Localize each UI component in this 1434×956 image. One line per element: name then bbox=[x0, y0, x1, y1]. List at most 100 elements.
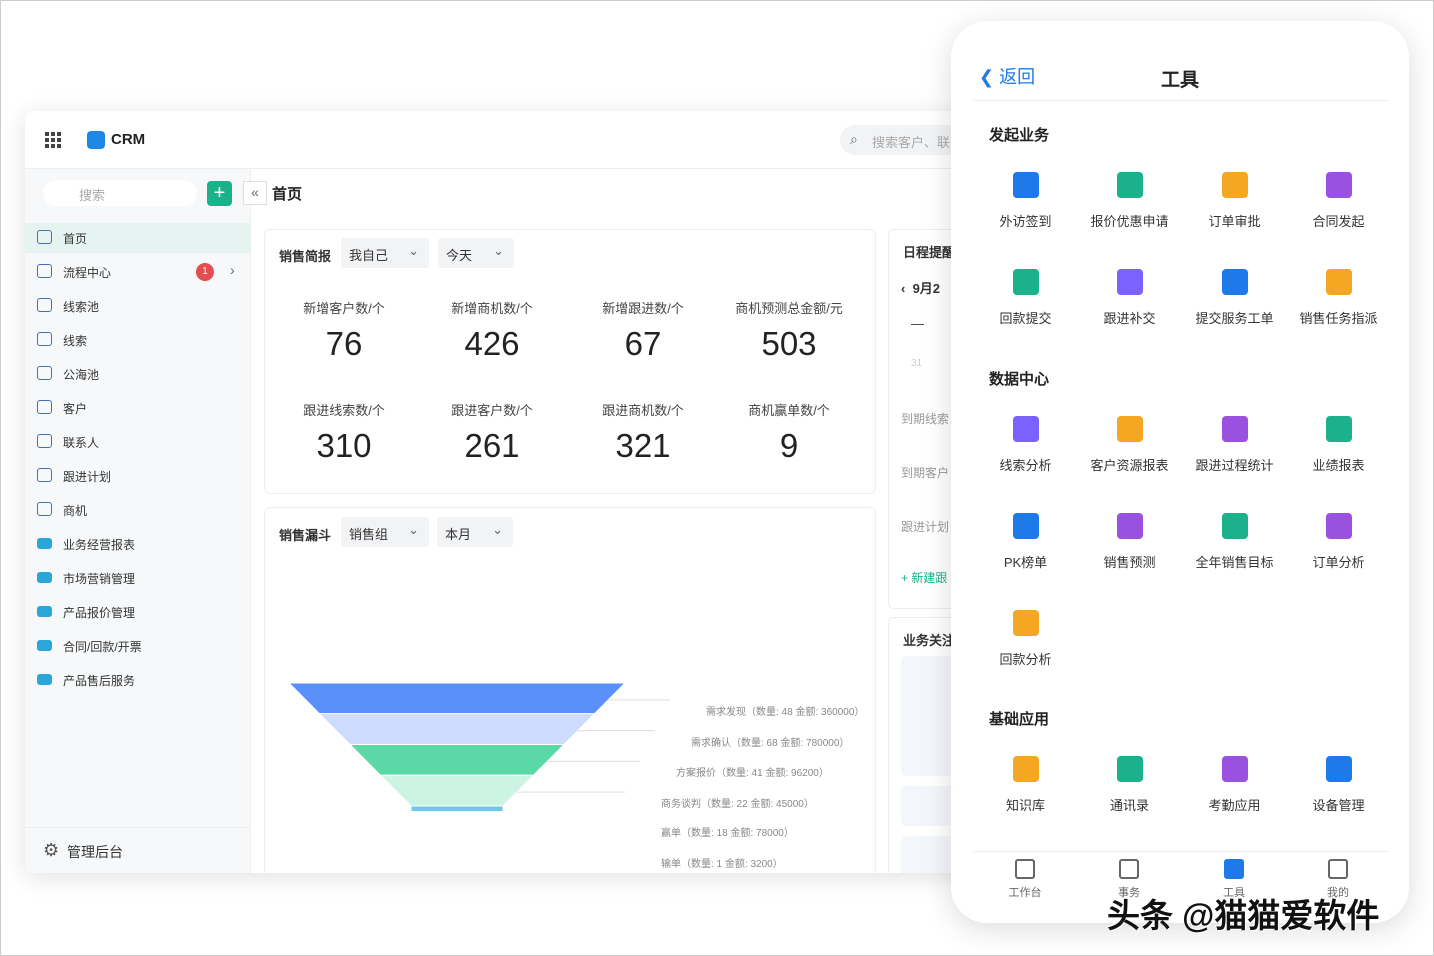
sidebar-item[interactable]: 商机 bbox=[25, 495, 251, 525]
tool-icon bbox=[1222, 756, 1248, 782]
tool-item[interactable]: 报价优惠申请 bbox=[1077, 172, 1182, 230]
funnel-label: 需求发现（数量: 48 金额: 360000） bbox=[706, 703, 864, 718]
stat-tile[interactable]: 跟进商机数/个321 bbox=[568, 400, 718, 465]
tool-label: 合同发起 bbox=[1286, 211, 1391, 230]
period-select[interactable]: 今天⌄ bbox=[438, 238, 514, 268]
tool-item[interactable]: 提交服务工单 bbox=[1182, 269, 1287, 327]
tool-item[interactable]: 回款分析 bbox=[973, 610, 1078, 668]
date-nav[interactable]: ‹ 9月2 bbox=[901, 278, 940, 297]
stat-label: 跟进客户数/个 bbox=[417, 400, 567, 419]
menu-icon bbox=[37, 230, 52, 244]
tool-icon bbox=[1013, 172, 1039, 198]
tool-label: 知识库 bbox=[973, 795, 1078, 814]
tool-icon bbox=[1117, 416, 1143, 442]
tool-item[interactable]: 全年销售目标 bbox=[1182, 513, 1287, 571]
folder-icon bbox=[37, 572, 52, 583]
sidebar-item[interactable]: 业务经营报表 bbox=[25, 529, 251, 559]
nav-icon bbox=[1119, 859, 1139, 879]
sidebar-item[interactable]: 产品售后服务 bbox=[25, 665, 251, 695]
tool-item[interactable]: 客户资源报表 bbox=[1077, 416, 1182, 474]
tool-label: 跟进补交 bbox=[1077, 308, 1182, 327]
folder-icon bbox=[37, 606, 52, 617]
tool-item[interactable]: 知识库 bbox=[973, 756, 1078, 814]
tool-icon bbox=[1117, 513, 1143, 539]
mobile-tools-panel: ❮ 返回 工具 发起业务外访签到报价优惠申请订单审批合同发起回款提交跟进补交提交… bbox=[951, 21, 1409, 923]
tool-item[interactable]: 设备管理 bbox=[1286, 756, 1391, 814]
stat-tile[interactable]: 跟进线索数/个310 bbox=[269, 400, 419, 465]
owner-select[interactable]: 我自己⌄ bbox=[341, 238, 429, 268]
tool-item[interactable]: PK榜单 bbox=[973, 513, 1078, 571]
tool-item[interactable]: 销售任务指派 bbox=[1286, 269, 1391, 327]
sidebar-item[interactable]: 产品报价管理 bbox=[25, 597, 251, 627]
sidebar-item[interactable]: 流程中心1› bbox=[25, 257, 251, 287]
section-title: 基础应用 bbox=[989, 708, 1049, 729]
tool-item[interactable]: 业绩报表 bbox=[1286, 416, 1391, 474]
folder-icon bbox=[37, 674, 52, 685]
tool-item[interactable]: 回款提交 bbox=[973, 269, 1078, 327]
collapse-sidebar-button[interactable]: « bbox=[243, 181, 267, 205]
tool-item[interactable]: 线索分析 bbox=[973, 416, 1078, 474]
sidebar-item[interactable]: 客户 bbox=[25, 393, 251, 423]
tool-icon bbox=[1326, 172, 1352, 198]
stat-tile[interactable]: 新增跟进数/个67 bbox=[568, 298, 718, 363]
stat-tile[interactable]: 跟进客户数/个261 bbox=[417, 400, 567, 465]
sidebar-item[interactable]: 联系人 bbox=[25, 427, 251, 457]
card-title: 日程提醒 bbox=[903, 242, 955, 261]
funnel-stage-4[interactable] bbox=[411, 806, 503, 811]
page-title: 首页 bbox=[272, 183, 302, 204]
due-customers[interactable]: 到期客户 bbox=[901, 464, 949, 481]
tool-item[interactable]: 订单分析 bbox=[1286, 513, 1391, 571]
tool-label: 回款提交 bbox=[973, 308, 1078, 327]
new-followup-button[interactable]: + 新建跟 bbox=[901, 569, 947, 586]
tool-label: 回款分析 bbox=[973, 649, 1078, 668]
tool-label: 业绩报表 bbox=[1286, 455, 1391, 474]
tool-icon bbox=[1117, 756, 1143, 782]
sidebar-item[interactable]: 合同/回款/开票 bbox=[25, 631, 251, 661]
funnel-stage-2[interactable] bbox=[350, 745, 564, 776]
panel-title: 工具 bbox=[951, 65, 1409, 92]
calendar-day[interactable]: 31 bbox=[911, 358, 922, 369]
sidebar-item[interactable]: 跟进计划 bbox=[25, 461, 251, 491]
tool-item[interactable]: 外访签到 bbox=[973, 172, 1078, 230]
sidebar-search-input[interactable]: 搜索 bbox=[43, 180, 197, 206]
sidebar-item-label: 联系人 bbox=[63, 436, 99, 450]
tool-item[interactable]: 跟进补交 bbox=[1077, 269, 1182, 327]
funnel-stage-3[interactable] bbox=[381, 775, 534, 806]
sidebar-item[interactable]: 市场营销管理 bbox=[25, 563, 251, 593]
nav-icon bbox=[1224, 859, 1244, 879]
add-button[interactable]: + bbox=[207, 181, 232, 206]
notification-badge: 1 bbox=[196, 263, 214, 281]
tool-item[interactable]: 销售预测 bbox=[1077, 513, 1182, 571]
follow-plan[interactable]: 跟进计划 bbox=[901, 518, 949, 535]
tool-label: 订单审批 bbox=[1182, 211, 1287, 230]
tool-item[interactable]: 订单审批 bbox=[1182, 172, 1287, 230]
nav-label: 工作台 bbox=[970, 884, 1080, 900]
sidebar-item-label: 业务经营报表 bbox=[63, 538, 135, 552]
stat-tile[interactable]: 新增商机数/个426 bbox=[417, 298, 567, 363]
stat-label: 商机赢单数/个 bbox=[714, 400, 864, 419]
admin-console-link[interactable]: ⚙管理后台 bbox=[25, 827, 251, 873]
funnel-stage-1[interactable] bbox=[320, 714, 595, 745]
stat-tile[interactable]: 商机预测总金额/元503 bbox=[714, 298, 864, 363]
month-select[interactable]: 本月⌄ bbox=[437, 517, 513, 547]
sidebar-item[interactable]: 首页 bbox=[25, 223, 251, 253]
sidebar-item[interactable]: 线索池 bbox=[25, 291, 251, 321]
due-leads[interactable]: 到期线索 bbox=[901, 410, 949, 427]
group-select[interactable]: 销售组⌄ bbox=[341, 517, 429, 547]
tool-item[interactable]: 考勤应用 bbox=[1182, 756, 1287, 814]
funnel-stage-0[interactable] bbox=[289, 683, 625, 714]
sidebar-item[interactable]: 公海池 bbox=[25, 359, 251, 389]
sales-brief-card: 销售简报 我自己⌄ 今天⌄ 新增客户数/个76新增商机数/个426新增跟进数/个… bbox=[264, 229, 876, 494]
card-title: 销售漏斗 bbox=[279, 525, 331, 544]
tool-item[interactable]: 跟进过程统计 bbox=[1182, 416, 1287, 474]
bottom-nav-item[interactable]: 工作台 bbox=[970, 859, 1080, 900]
stat-label: 新增跟进数/个 bbox=[568, 298, 718, 317]
apps-grid-icon[interactable] bbox=[45, 132, 61, 148]
stat-tile[interactable]: 新增客户数/个76 bbox=[269, 298, 419, 363]
stat-tile[interactable]: 商机赢单数/个9 bbox=[714, 400, 864, 465]
tool-item[interactable]: 合同发起 bbox=[1286, 172, 1391, 230]
tool-label: 跟进过程统计 bbox=[1182, 455, 1287, 474]
tool-item[interactable]: 通讯录 bbox=[1077, 756, 1182, 814]
tool-label: 销售预测 bbox=[1077, 552, 1182, 571]
sidebar-item[interactable]: 线索 bbox=[25, 325, 251, 355]
